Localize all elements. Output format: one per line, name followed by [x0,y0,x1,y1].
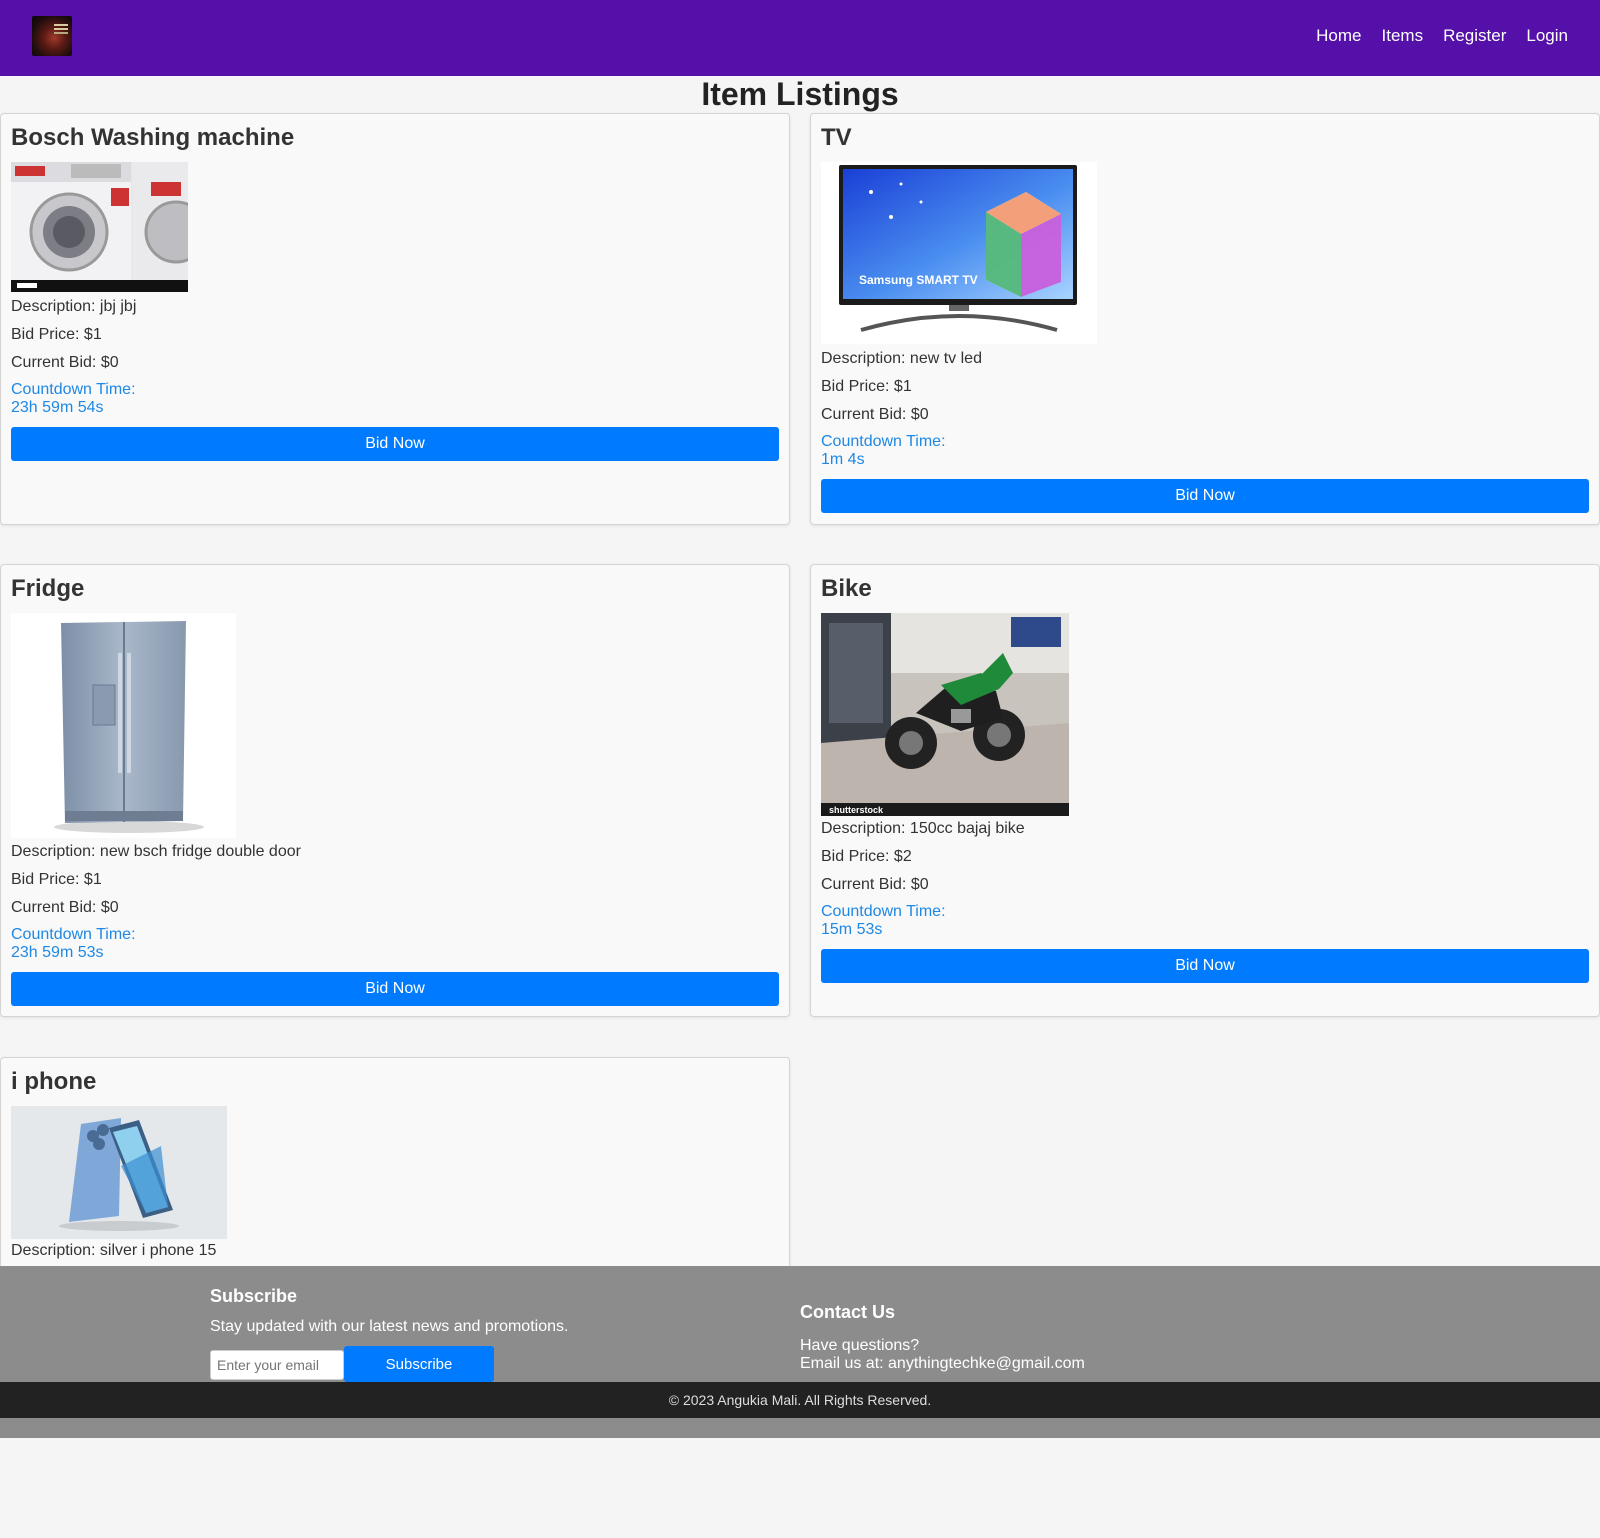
page-title: Item Listings [701,76,899,112]
item-current-bid: Current Bid: $0 [821,406,929,423]
subscribe-button[interactable]: Subscribe [344,1346,494,1382]
site-logo[interactable] [32,16,72,56]
navbar: Home Items Register Login [0,0,1600,76]
countdown-value: 1m 4s [821,451,865,468]
item-current-bid: Current Bid: $0 [821,876,929,893]
item-current-bid: Current Bid: $0 [11,899,119,916]
item-description: Description: 150cc bajaj bike [821,820,1025,837]
item-bid-price: Bid Price: $2 [821,848,912,865]
countdown-label: Countdown Time: [11,381,136,398]
item-description: Description: jbj jbj [11,298,137,315]
nav-links: Home Items Register Login [1316,26,1568,46]
nav-home-link[interactable]: Home [1316,26,1361,46]
contact-email: Email us at: anythingtechke@gmail.com [800,1355,1085,1372]
footer-contact-section: Contact Us Have questions? Email us at: … [800,1302,1085,1373]
item-bid-price: Bid Price: $1 [821,378,912,395]
bid-now-button[interactable]: Bid Now [11,427,779,461]
item-image-fridge [11,613,236,838]
bike-image-watermark: shutterstock [829,805,884,815]
countdown-label: Countdown Time: [821,433,946,450]
contact-text: Have questions? Email us at: anythingtec… [800,1337,1085,1373]
item-card-iphone: i phone Description: silver i phone 15 [0,1057,790,1297]
item-image-bike: shutterstock [821,613,1069,816]
item-card-fridge: Fridge Description: new bsch fridge doub… [0,564,790,1017]
bid-now-button[interactable]: Bid Now [821,479,1589,513]
item-card-washing-machine: Bosch Washing machine Description: jbj j… [0,113,790,525]
subscribe-title: Subscribe [210,1286,298,1306]
footer: Subscribe Stay updated with our latest n… [0,1266,1600,1438]
item-title: i phone [11,1068,97,1095]
tv-image-text: Samsung SMART TV [859,273,978,287]
contact-title: Contact Us [800,1302,896,1322]
item-image-iphone [11,1106,227,1239]
countdown-value: 15m 53s [821,921,883,938]
bid-now-button[interactable]: Bid Now [11,972,779,1006]
countdown-label: Countdown Time: [11,926,136,943]
countdown-value: 23h 59m 53s [11,944,104,961]
item-card-tv: TV Samsung SMART TV Description: new tv … [810,113,1600,525]
nav-register-link[interactable]: Register [1443,26,1506,46]
item-countdown: Countdown Time: 1m 4s [821,433,946,469]
item-bid-price: Bid Price: $1 [11,871,102,888]
item-title: Fridge [11,575,85,602]
countdown-value: 23h 59m 54s [11,399,104,416]
footer-subscribe-section: Subscribe Stay updated with our latest n… [210,1286,568,1336]
contact-line: Have questions? [800,1337,920,1354]
subscribe-email-input[interactable] [210,1350,344,1380]
item-countdown: Countdown Time: 23h 59m 53s [11,926,136,962]
item-title: Bosch Washing machine [11,124,295,151]
nav-items-link[interactable]: Items [1382,26,1424,46]
subscribe-text: Stay updated with our latest news and pr… [210,1318,569,1335]
item-card-bike: Bike shutterstock Description: 150cc baj… [810,564,1600,1017]
bid-now-button[interactable]: Bid Now [821,949,1589,983]
item-countdown: Countdown Time: 15m 53s [821,903,946,939]
item-image-tv: Samsung SMART TV [821,162,1097,344]
item-title: TV [821,124,852,151]
item-current-bid: Current Bid: $0 [11,354,119,371]
countdown-label: Countdown Time: [821,903,946,920]
item-countdown: Countdown Time: 23h 59m 54s [11,381,136,417]
item-bid-price: Bid Price: $1 [11,326,102,343]
copyright-bar: © 2023 Angukia Mali. All Rights Reserved… [0,1382,1600,1418]
item-description: Description: new bsch fridge double door [11,843,301,860]
item-title: Bike [821,575,872,602]
nav-login-link[interactable]: Login [1526,26,1568,46]
item-description: Description: new tv led [821,350,982,367]
item-image-washing-machine [11,162,188,292]
item-description: Description: silver i phone 15 [11,1242,217,1259]
